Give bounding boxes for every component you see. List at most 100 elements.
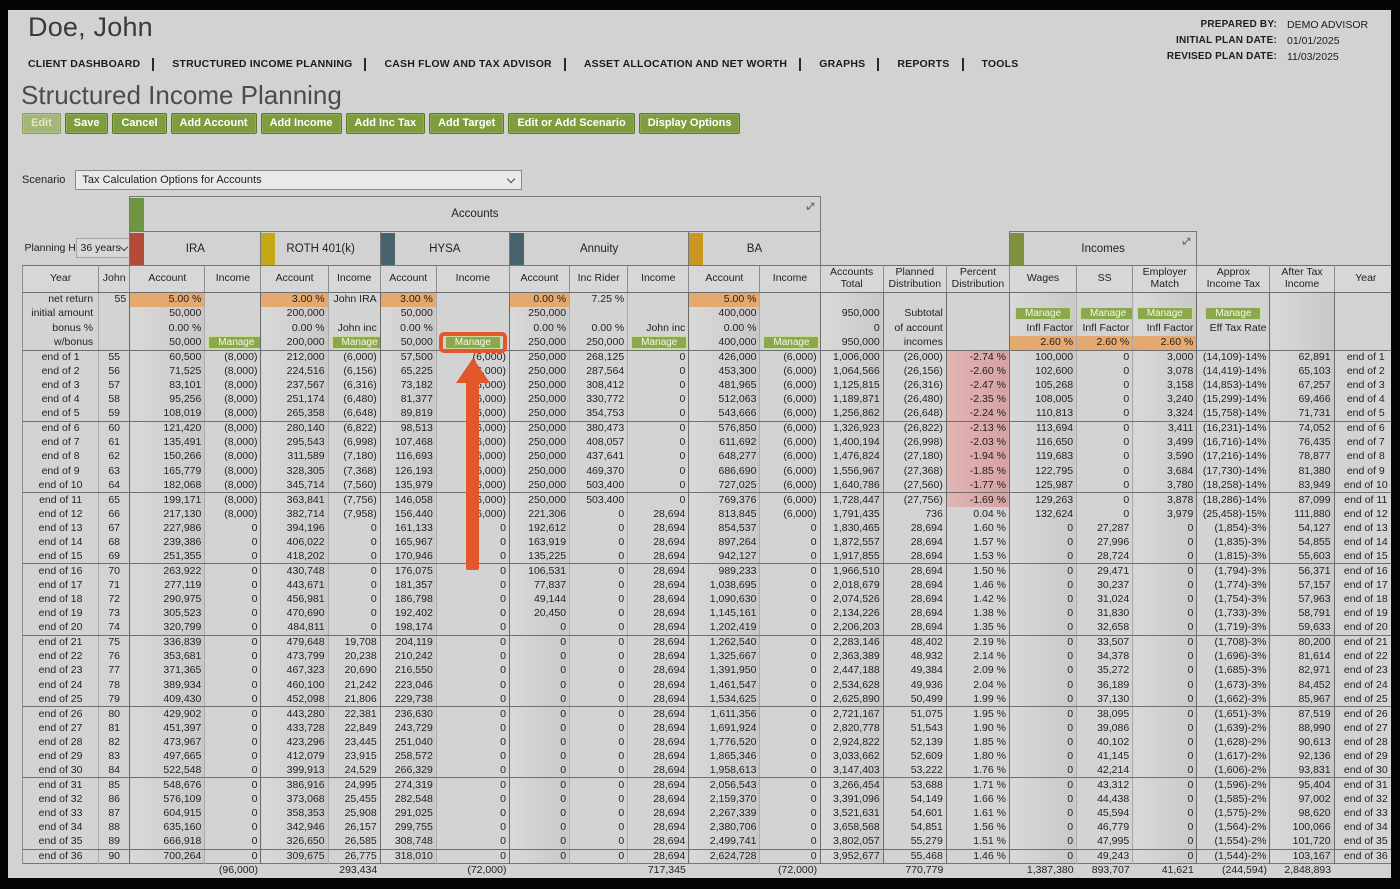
add-inc-tax-button[interactable]: Add Inc Tax — [345, 113, 426, 134]
total-hysa-income: (72,000) — [436, 863, 510, 878]
add-income-button[interactable]: Add Income — [260, 113, 342, 134]
hysa-income-manage-button[interactable]: Manage — [444, 336, 501, 349]
cell-hysa-income: (6,000) — [436, 350, 510, 365]
cell-ba-income: 0 — [759, 692, 821, 708]
cell-ba-account: 400,000 — [688, 306, 761, 321]
display-options-button[interactable]: Display Options — [638, 113, 741, 134]
cell-ba-income: 0 — [759, 578, 821, 593]
account-header-ba: BA — [689, 232, 819, 265]
cell-annuity-income: John inc — [627, 321, 690, 336]
client-name-title: Doe, John — [28, 12, 153, 42]
nav-item-graphs[interactable]: GRAPHS — [813, 56, 877, 72]
setup-row-net-return: net return 55 5.00 % 3.00 % John IRA 3.00 % 0.… — [21, 292, 1391, 307]
cell-year-right: end of 6 — [1334, 421, 1391, 436]
cell-accounts-total: 1,006,000 — [820, 350, 884, 365]
cell-accounts-total: 2,820,778 — [820, 720, 884, 736]
manage-button-approx-income-tax[interactable]: Manage — [1205, 307, 1262, 321]
cancel-button[interactable]: Cancel — [112, 113, 167, 134]
cell-ss: 43,312 — [1076, 777, 1134, 793]
nav-item-cash-flow-and-tax-advisor[interactable]: CASH FLOW AND TAX ADVISOR — [378, 56, 563, 72]
cell-wages: 132,624 — [1009, 506, 1078, 522]
col-header-ira-income: Income — [204, 265, 262, 293]
cell-john: 63 — [98, 464, 131, 479]
col-header-ss: SS — [1076, 265, 1134, 293]
cell-ba-income: (6,000) — [759, 378, 821, 393]
cell-percent-distribution: 1.61 % — [946, 806, 1010, 821]
scenario-select[interactable]: Tax Calculation Options for Accounts — [75, 170, 523, 190]
nav-item-asset-allocation-and-net-worth[interactable]: ASSET ALLOCATION AND NET WORTH — [578, 56, 799, 72]
planning-horizon-select[interactable]: 36 years — [75, 238, 130, 259]
cell-ba-account: 1,090,630 — [688, 592, 761, 607]
total-ss: 893,707 — [1076, 863, 1133, 878]
table-row-year-9: end of 9 63 165,779 (8,000) 328,305 (7,368) 12… — [21, 464, 1391, 479]
cell-roth-income: 23,915 — [328, 749, 381, 764]
add-target-button[interactable]: Add Target — [429, 113, 505, 134]
cell-accounts-total: 1,917,855 — [820, 549, 884, 565]
account-header-roth-401-k--label: ROTH 401(k) — [286, 242, 355, 255]
cell-hysa-income — [436, 292, 510, 307]
cell-roth-account: 0.00 % — [260, 321, 329, 336]
cell-roth-income: (7,560) — [328, 478, 381, 494]
cell-ba-account: 942,127 — [688, 549, 761, 565]
cell-ira-account: 251,355 — [129, 549, 206, 565]
cell-roth-account: 265,358 — [260, 407, 329, 422]
accounts-group-header-expand-icon[interactable] — [805, 201, 816, 212]
cell-ba-income: 0 — [759, 563, 821, 579]
account-header-ira-label: IRA — [185, 242, 205, 255]
account-header-ira: IRA — [130, 232, 260, 265]
cell-ira-income: 0 — [204, 763, 262, 779]
cell-year: end of 3 — [21, 378, 100, 393]
cell-ba-income: 0 — [759, 820, 821, 836]
manage-button-ba-income[interactable]: Manage — [763, 336, 820, 349]
manage-button-wages[interactable]: Manage — [1015, 307, 1072, 321]
cell-approx-income-tax: (1,606)-2% — [1196, 763, 1271, 779]
incomes-group-header-expand-icon[interactable] — [1181, 236, 1192, 247]
cell-percent-distribution: 1.99 % — [946, 692, 1010, 708]
cell-approx-income-tax: (18,258)-14% — [1196, 478, 1271, 494]
cell-year: end of 24 — [21, 678, 100, 693]
cell-wages: 0 — [1009, 749, 1078, 764]
cell-year-right: end of 7 — [1334, 435, 1391, 450]
nav-item-tools[interactable]: TOOLS — [976, 56, 1031, 72]
cell-year: end of 7 — [21, 435, 100, 450]
edit-button[interactable]: Edit — [22, 113, 61, 134]
manage-button-ss[interactable]: Manage — [1080, 307, 1132, 321]
col-header-after-tax-income: After Tax Income — [1269, 265, 1335, 293]
cell-approx-income-tax: (1,835)-3% — [1196, 535, 1271, 550]
toolbar: Edit Save Cancel Add Account Add Income Add I… — [22, 113, 741, 134]
cell-planned-distribution: (26,648) — [883, 407, 947, 422]
cell-planned-distribution: (27,756) — [883, 492, 947, 507]
manage-button-employer-match[interactable]: Manage — [1136, 307, 1193, 321]
cell-annuity-inc-rider: 0.00 % — [569, 321, 629, 336]
cell-accounts-total: 950,000 — [820, 306, 884, 321]
cell-roth-income: John IRA — [328, 292, 381, 307]
manage-button-annuity-income[interactable]: Manage — [631, 336, 688, 349]
cell-hysa-account: 236,630 — [380, 706, 437, 721]
cell-year-right: end of 14 — [1334, 535, 1391, 550]
cell-roth-income: 26,157 — [328, 820, 381, 836]
nav-item-reports[interactable]: REPORTS — [891, 56, 961, 72]
manage-button-roth-income[interactable]: Manage — [331, 336, 380, 349]
cell-annuity-inc-rider: 380,473 — [569, 421, 629, 436]
nav-item-structured-income-planning[interactable]: STRUCTURED INCOME PLANNING — [166, 56, 364, 72]
add-account-button[interactable]: Add Account — [170, 113, 257, 134]
cell-annuity-income: 28,694 — [627, 720, 690, 736]
cell-approx-income-tax: (1,628)-2% — [1196, 735, 1271, 750]
cell-ira-income: 0 — [204, 649, 262, 664]
cell-annuity-income: 0 — [627, 407, 690, 422]
cell-percent-distribution — [946, 292, 1010, 307]
save-button[interactable]: Save — [64, 113, 109, 134]
cell-roth-account: 484,811 — [260, 621, 329, 636]
cell-ira-account: 83,101 — [129, 378, 206, 393]
cell-accounts-total: 1,791,435 — [820, 506, 884, 522]
cell-year: end of 25 — [21, 692, 100, 708]
cell-annuity-income: 28,694 — [627, 835, 690, 850]
manage-button-ira-income[interactable]: Manage — [208, 336, 260, 349]
cell-percent-distribution: 1.51 % — [946, 835, 1010, 850]
cell-ira-account: 199,171 — [129, 492, 206, 507]
edit-or-add-scenario-button[interactable]: Edit or Add Scenario — [508, 113, 635, 134]
cell-annuity-inc-rider: 437,641 — [569, 449, 629, 465]
cell-year: end of 10 — [21, 478, 100, 494]
nav-item-client-dashboard[interactable]: CLIENT DASHBOARD — [22, 56, 152, 72]
total-planned-distribution: 770,779 — [883, 863, 947, 878]
